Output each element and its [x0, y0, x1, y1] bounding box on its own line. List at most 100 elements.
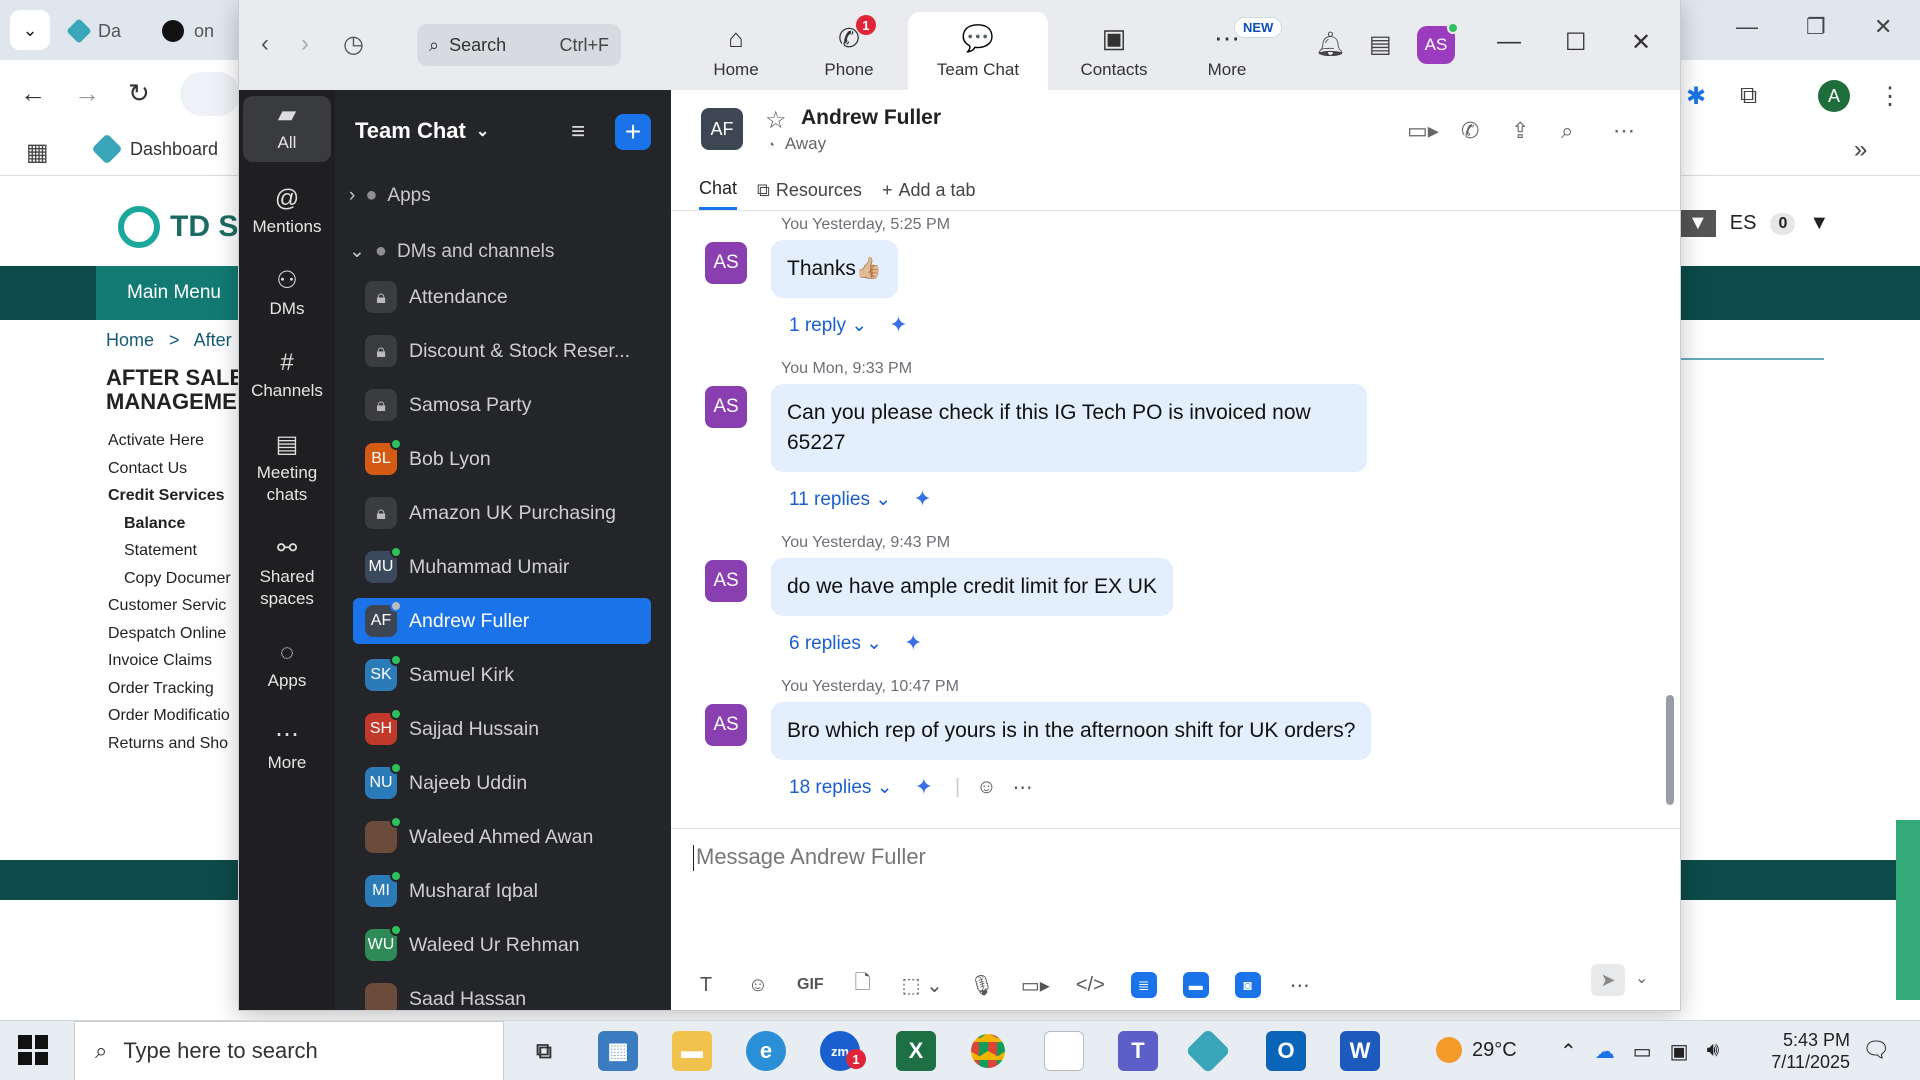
dm-item[interactable]: Saad Hassan	[353, 976, 651, 1010]
notification-center-icon[interactable]: 🗨︎	[1862, 1037, 1890, 1063]
replies-count[interactable]: 1 reply ⌄	[789, 314, 867, 337]
site-menu-item[interactable]: Statement	[108, 542, 240, 570]
tab-chat[interactable]: Chat	[699, 178, 738, 210]
share-screen-icon[interactable]: ⇪	[1511, 118, 1529, 144]
more-options-icon[interactable]: ⋯	[1287, 973, 1313, 998]
replies-count[interactable]: 6 replies ⌄	[789, 632, 882, 655]
browser-forward-icon[interactable]: →	[74, 78, 100, 109]
screenshot-icon[interactable]: ⬚ ⌄	[902, 973, 943, 998]
browser-menu-icon[interactable]: ⋮	[1878, 82, 1902, 111]
video-call-icon[interactable]: ▭▸	[1407, 118, 1439, 144]
channel-item[interactable]: 🔒︎ Discount & Stock Reser...	[353, 328, 651, 374]
tab-resources[interactable]: ⧉ Resources	[757, 178, 862, 210]
message-avatar[interactable]: AS	[705, 386, 747, 428]
rail-meeting-chats[interactable]: ▤ Meeting chats	[243, 433, 331, 506]
rail-apps[interactable]: ◌ Apps	[243, 641, 331, 692]
message-input[interactable]: Message Andrew Fuller	[693, 844, 926, 872]
browser-reload-icon[interactable]: ↻	[128, 78, 150, 109]
chat-scrollbar[interactable]	[1666, 695, 1674, 805]
message-bubble[interactable]: Thanks👍🏼	[771, 240, 899, 298]
dm-item[interactable]: MU Muhammad Umair	[353, 544, 651, 590]
breadcrumb-after-link[interactable]: After	[194, 330, 232, 350]
extension-icon[interactable]: ✱	[1686, 82, 1706, 111]
dm-item[interactable]: BL Bob Lyon	[353, 436, 651, 482]
chrome-browser-icon[interactable]	[968, 1031, 1008, 1071]
apps-grid-icon[interactable]: ▦	[26, 138, 49, 167]
rail-all[interactable]: ▰ All	[243, 96, 331, 162]
main-menu-button[interactable]: Main Menu	[96, 266, 252, 320]
send-icon[interactable]: ➤	[1591, 964, 1625, 996]
message-avatar[interactable]: AS	[705, 560, 747, 602]
history-icon[interactable]: ◷	[343, 30, 364, 59]
windows-start-icon[interactable]	[18, 1035, 48, 1065]
zoom-app-icon[interactable]: zm 1	[820, 1031, 866, 1071]
channel-item[interactable]: 🔒︎ Attendance	[353, 274, 651, 320]
message-avatar[interactable]: AS	[705, 704, 747, 746]
site-menu-item[interactable]: Customer Servic	[108, 597, 240, 625]
onedrive-cloud-icon[interactable]: ☁	[1595, 1039, 1615, 1064]
site-menu-item[interactable]: Returns and Sho	[108, 735, 240, 763]
clips-app-icon[interactable]: ◙	[1234, 972, 1261, 998]
pinned-site-icon[interactable]	[1185, 1028, 1231, 1074]
browser-profile-avatar[interactable]: A	[1818, 80, 1850, 112]
send-options-chevron-icon[interactable]: ⌄	[1635, 968, 1648, 988]
thread-replies[interactable]: 11 replies ⌄ ✦	[789, 486, 932, 512]
dm-item[interactable]: Waleed Ahmed Awan	[353, 814, 651, 860]
dm-item[interactable]: SK Samuel Kirk	[353, 652, 651, 698]
browser-tab-2[interactable]: on	[162, 14, 214, 48]
site-menu-item[interactable]: Despatch Online	[108, 625, 240, 653]
dm-item[interactable]: MI Musharaf Iqbal	[353, 868, 651, 914]
docs-app-icon[interactable]: ≣	[1130, 972, 1157, 998]
team-chat-header[interactable]: Team Chat ⌄	[355, 118, 489, 144]
outlook-app-icon[interactable]: O	[1266, 1031, 1306, 1071]
dm-item[interactable]: SH Sajjad Hussain	[353, 706, 651, 752]
battery-icon[interactable]: ▭	[1633, 1039, 1652, 1064]
network-icon[interactable]: ▣	[1670, 1039, 1689, 1064]
ai-sparkle-icon[interactable]: ✦	[913, 486, 931, 512]
phone-call-icon[interactable]: ✆	[1461, 118, 1479, 144]
rail-more[interactable]: ⋯ More	[243, 723, 331, 774]
bookmark-dashboard[interactable]: Dashboard	[91, 133, 218, 165]
site-menu-item[interactable]: Copy Documer	[108, 570, 240, 598]
site-menu-item[interactable]: Order Modificatio	[108, 707, 240, 735]
message-avatar[interactable]: AS	[705, 242, 747, 284]
dm-item-selected[interactable]: AF Andrew Fuller	[353, 598, 651, 644]
calculator-app-icon[interactable]: ▦	[598, 1031, 638, 1071]
tab-home[interactable]: ⌂ Home	[681, 12, 791, 90]
edge-browser-icon[interactable]: e	[746, 1031, 786, 1071]
teams-app-icon[interactable]: T	[1118, 1031, 1158, 1071]
filter-icon[interactable]: ≡	[571, 118, 585, 146]
replies-count[interactable]: 11 replies ⌄	[789, 488, 891, 511]
section-apps[interactable]: › ● Apps	[349, 184, 431, 207]
more-options-icon[interactable]: ⋯	[1013, 775, 1033, 800]
gif-button[interactable]: GIF	[797, 976, 824, 994]
zoom-close-button[interactable]: ✕	[1631, 28, 1651, 57]
extensions-puzzle-icon[interactable]: ⧉	[1740, 82, 1757, 110]
language-label[interactable]: ES	[1730, 212, 1757, 235]
message-bubble[interactable]: Bro which rep of yours is in the afterno…	[771, 702, 1372, 760]
calendar-icon[interactable]: ▤	[1369, 30, 1392, 59]
site-menu-item[interactable]: Credit Services	[108, 487, 240, 515]
microphone-icon[interactable]: 🎙︎	[969, 973, 995, 998]
zoom-minimize-button[interactable]: —	[1497, 28, 1521, 56]
browser-back-icon[interactable]: ←	[20, 78, 46, 109]
breadcrumb-home-link[interactable]: Home	[106, 330, 154, 350]
rail-channels[interactable]: # Channels	[243, 351, 331, 402]
emoji-icon[interactable]: ☺	[745, 974, 771, 997]
channel-item[interactable]: 🔒︎ Amazon UK Purchasing	[353, 490, 651, 536]
browser-minimize-button[interactable]: —	[1736, 14, 1758, 40]
show-hidden-icons-chevron-icon[interactable]: ⌃	[1560, 1039, 1577, 1064]
back-chevron-icon[interactable]: ‹	[261, 30, 269, 58]
message-bubble[interactable]: Can you please check if this IG Tech PO …	[771, 384, 1367, 472]
volume-icon[interactable]: 🔊︎	[1707, 1039, 1720, 1064]
browser-close-button[interactable]: ✕	[1874, 14, 1892, 40]
tab-search-button[interactable]: ⌄	[10, 10, 50, 50]
contact-avatar[interactable]: AF	[701, 108, 743, 150]
site-side-widget[interactable]	[1896, 820, 1920, 1000]
tab-phone[interactable]: ✆ 1 Phone	[794, 12, 904, 90]
cart-dropdown-icon[interactable]: ▼	[1809, 212, 1829, 235]
file-explorer-icon[interactable]: ▬	[672, 1031, 712, 1071]
site-menu-item[interactable]: Contact Us	[108, 460, 240, 488]
browser-restore-button[interactable]: ❐	[1806, 14, 1826, 40]
site-menu-item[interactable]: Invoice Claims	[108, 652, 240, 680]
